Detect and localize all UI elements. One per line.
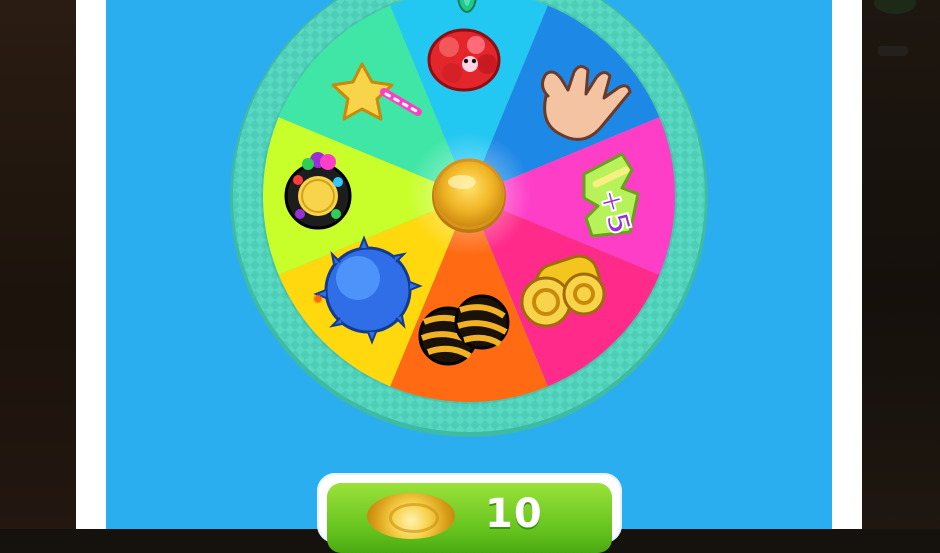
hub-highlight <box>448 175 476 189</box>
spin-button[interactable]: 10 <box>317 473 622 553</box>
jelly-cluster-icon <box>427 28 501 92</box>
spin-button-face: 10 <box>327 483 612 553</box>
gold-coin-icon <box>367 493 455 539</box>
svg-text:✹: ✹ <box>312 292 324 308</box>
wheel-pointer <box>457 0 477 13</box>
spin-cost: 10 <box>485 491 543 537</box>
wheel-graphic: +5 ✹ <box>230 0 708 437</box>
wheel-hub <box>433 158 505 230</box>
prize-wheel[interactable]: +5 ✹ <box>0 0 940 529</box>
